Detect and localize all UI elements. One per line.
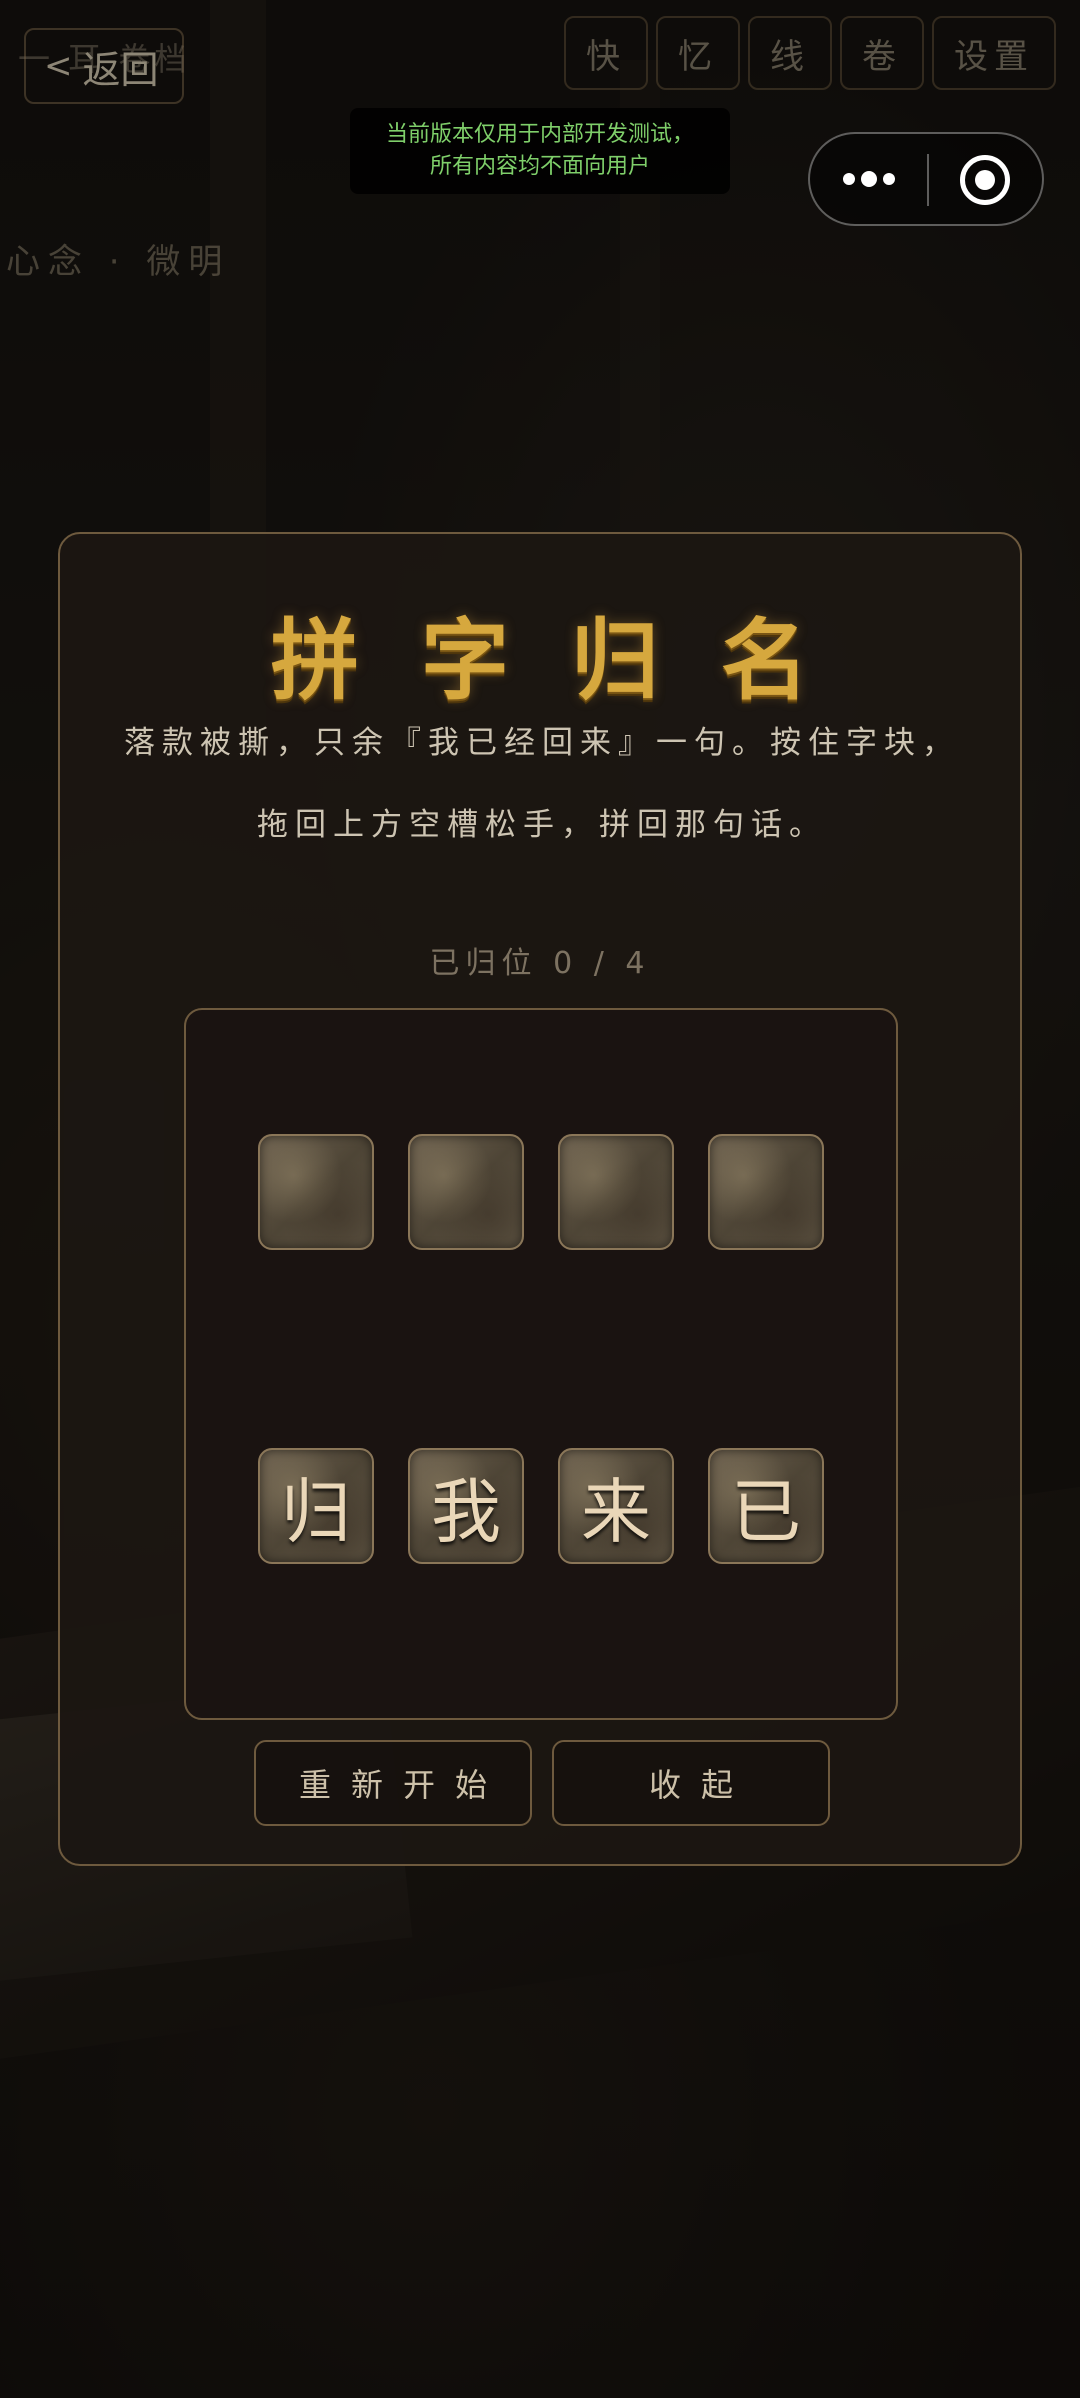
char-tile[interactable]: 来 bbox=[558, 1448, 674, 1564]
collapse-button[interactable]: 收起 bbox=[552, 1740, 830, 1826]
empty-slot[interactable] bbox=[408, 1134, 524, 1250]
back-button[interactable]: < 返回 bbox=[24, 28, 184, 104]
capsule-divider bbox=[927, 154, 929, 206]
nav-settings-button[interactable]: 设置 bbox=[932, 16, 1056, 90]
dev-notice-line: 当前版本仅用于内部开发测试， bbox=[385, 122, 694, 147]
back-label: 返回 bbox=[82, 47, 159, 92]
puzzle-board: 归 我 来 已 bbox=[184, 1008, 898, 1720]
more-dots-icon bbox=[882, 173, 895, 185]
more-menu-button[interactable] bbox=[810, 134, 927, 224]
puzzle-title: 拼字归名 bbox=[270, 608, 871, 712]
progress-counter: 已归位 0 / 4 bbox=[429, 946, 651, 981]
empty-slot[interactable] bbox=[258, 1134, 374, 1250]
mind-status: 心念 · 微明 bbox=[6, 242, 231, 282]
puzzle-description: 落款被撕，只余『我已经回来』一句。按住字块，拖回上方空槽松手，拼回那句话。 bbox=[124, 725, 960, 843]
nav-memory-button[interactable]: 忆 bbox=[656, 16, 740, 90]
close-target-icon[interactable] bbox=[960, 155, 1010, 205]
empty-slot[interactable] bbox=[558, 1134, 674, 1250]
char-tile[interactable]: 归 bbox=[258, 1448, 374, 1564]
miniprogram-capsule bbox=[808, 132, 1044, 226]
more-dots-icon bbox=[842, 173, 855, 185]
nav-quick-button[interactable]: 快 bbox=[564, 16, 648, 90]
dev-notice: 当前版本仅用于内部开发测试， 所有内容均不面向用户 bbox=[350, 108, 730, 194]
dev-notice-line: 所有内容均不面向用户 bbox=[429, 154, 650, 179]
top-nav: 快 忆 线 卷 设置 bbox=[564, 16, 1056, 90]
tile-row: 归 我 来 已 bbox=[186, 1448, 896, 1564]
empty-slot[interactable] bbox=[708, 1134, 824, 1250]
puzzle-dialog: 拼字归名 落款被撕，只余『我已经回来』一句。按住字块，拖回上方空槽松手，拼回那句… bbox=[58, 532, 1022, 1866]
restart-button[interactable]: 重新开始 bbox=[254, 1740, 532, 1826]
slot-row bbox=[186, 1134, 896, 1250]
nav-scroll-button[interactable]: 卷 bbox=[840, 16, 924, 90]
char-tile[interactable]: 我 bbox=[408, 1448, 524, 1564]
nav-clue-button[interactable]: 线 bbox=[748, 16, 832, 90]
char-tile[interactable]: 已 bbox=[708, 1448, 824, 1564]
more-dots-icon bbox=[860, 171, 877, 187]
chevron-left-icon: < bbox=[44, 46, 73, 86]
